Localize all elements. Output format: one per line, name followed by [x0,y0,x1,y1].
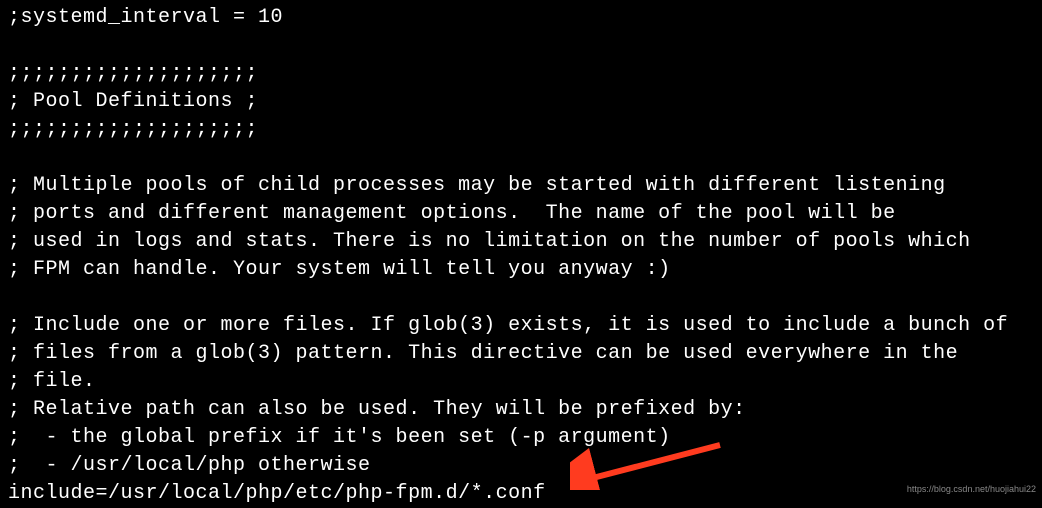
terminal-line: ; FPM can handle. Your system will tell … [8,256,1034,284]
watermark-text: https://blog.csdn.net/huojiahui22 [907,483,1036,496]
terminal-line: ; Include one or more files. If glob(3) … [8,312,1034,340]
terminal-line [8,144,1034,172]
terminal-line [8,32,1034,60]
terminal-line: ; - /usr/local/php otherwise [8,452,1034,480]
terminal-line: ;;;;;;;;;;;;;;;;;;;; [8,60,1034,88]
terminal-line: ; - the global prefix if it's been set (… [8,424,1034,452]
terminal-line: include=/usr/local/php/etc/php-fpm.d/*.c… [8,480,1034,508]
terminal-line: ; used in logs and stats. There is no li… [8,228,1034,256]
terminal-line: ;systemd_interval = 10 [8,4,1034,32]
terminal-line: ; files from a glob(3) pattern. This dir… [8,340,1034,368]
terminal-line: ; Pool Definitions ; [8,88,1034,116]
terminal-line: ; Multiple pools of child processes may … [8,172,1034,200]
terminal-line: ; ports and different management options… [8,200,1034,228]
terminal-line [8,284,1034,312]
terminal-output: ;systemd_interval = 10 ;;;;;;;;;;;;;;;;;… [8,4,1034,508]
terminal-line: ; Relative path can also be used. They w… [8,396,1034,424]
terminal-line: ; file. [8,368,1034,396]
terminal-line: ;;;;;;;;;;;;;;;;;;;; [8,116,1034,144]
